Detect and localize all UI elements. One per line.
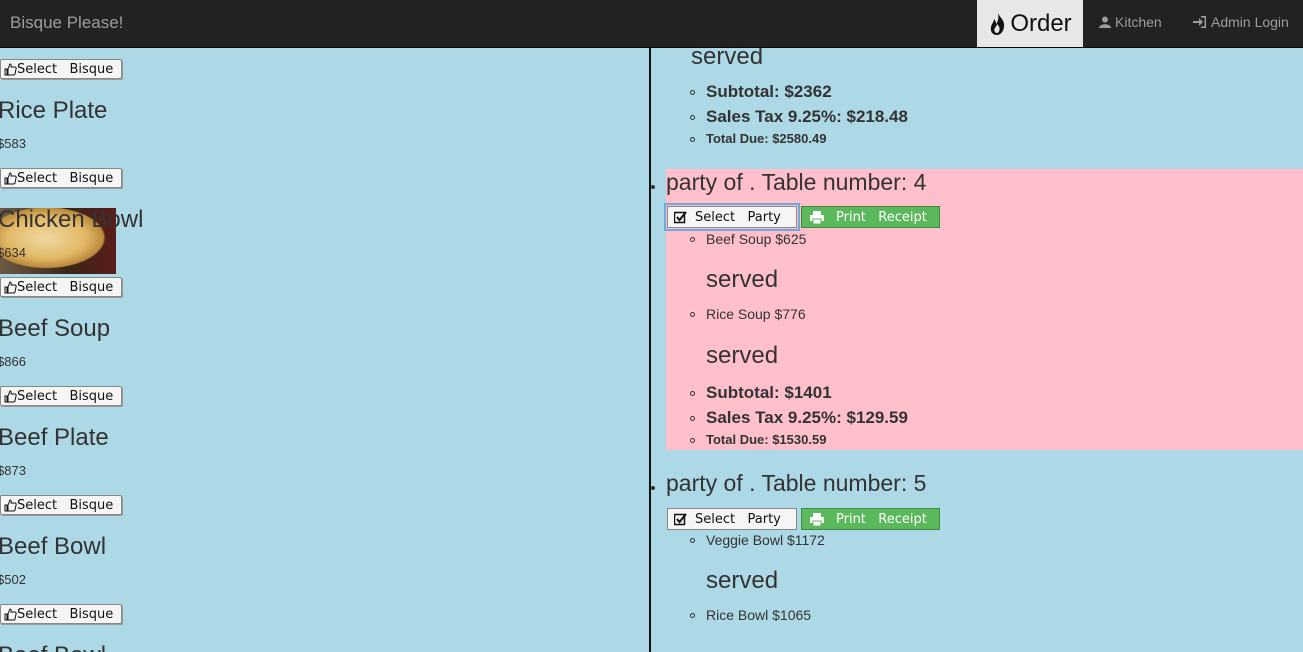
print-icon [810,512,824,526]
select-bisque-button[interactable]: Select Bisque [0,59,122,79]
order-line-item: Beef Soup $625 [706,231,807,247]
user-icon [1099,16,1111,28]
thumbs-up-icon [4,171,17,184]
served-label: served [691,48,764,70]
select-bisque-button[interactable]: Select Bisque [0,386,122,406]
served-label: served [706,342,779,369]
party-title: party of . Table number: 4 [666,169,927,195]
checkbox-icon [674,210,687,223]
menu-item-price: $873 [0,463,26,478]
menu-item-name: Beef Bowl [0,642,106,652]
party-title: party of . Table number: 5 [666,470,927,496]
thumbs-up-icon [4,62,17,75]
brand-title[interactable]: Bisque Please! [10,13,123,33]
select-bisque-button[interactable]: Select Bisque [0,168,122,188]
print-icon [810,210,824,224]
select-bisque-label: Select Bisque [17,279,114,295]
subtotal-text: Subtotal: $2362 [706,82,832,101]
print-receipt-button[interactable]: Print Receipt [801,508,940,530]
select-bisque-button[interactable]: Select Bisque [0,277,122,297]
list-circle [690,312,695,317]
select-bisque-label: Select Bisque [17,388,114,404]
list-circle [690,416,695,421]
orders-pane[interactable]: served Subtotal: $2362 Sales Tax 9.25%: … [651,48,1303,652]
served-label: served [706,266,779,293]
thumbs-up-icon [4,389,17,402]
list-circle [690,137,695,142]
select-bisque-button[interactable]: Select Bisque [0,604,122,624]
party-card-selected[interactable]: party of . Table number: 4 Select Party … [664,169,1303,450]
select-bisque-button[interactable]: Select Bisque [0,495,122,515]
select-party-button[interactable]: Select Party [664,203,800,231]
list-bullet [651,486,655,490]
list-bullet [651,185,655,189]
list-circle [690,438,695,443]
nav-order-label: Order [1010,9,1072,37]
list-circle [690,391,695,396]
select-party-button[interactable]: Select Party [667,508,797,530]
menu-item-price: $583 [0,136,26,151]
menu-item-name: Chicken Bowl [0,206,144,233]
nav-kitchen-link[interactable]: Kitchen [1099,14,1162,30]
checkbox-icon [674,512,687,525]
select-bisque-label: Select Bisque [17,497,114,513]
order-line-item: Rice Soup $776 [706,306,806,322]
print-receipt-button[interactable]: Print Receipt [801,206,940,228]
list-circle [690,538,695,543]
list-circle [690,90,695,95]
menu-item-name: Beef Soup [0,315,111,342]
sales-tax-text: Sales Tax 9.25%: $218.48 [706,107,908,126]
thumbs-up-icon [4,607,17,620]
list-circle [690,115,695,120]
nav-order-tab[interactable]: Order [977,0,1083,47]
select-bisque-label: Select Bisque [17,170,114,186]
top-navbar: Bisque Please! Order Kitchen Admin Login [0,0,1303,48]
list-circle [690,613,695,618]
thumbs-up-icon [4,498,17,511]
served-label: served [706,567,779,594]
menu-item-name: Rice Plate [0,97,108,124]
total-due-text: Total Due: $2580.49 [706,131,827,146]
subtotal-text: Subtotal: $1401 [706,383,832,402]
select-bisque-label: Select Bisque [17,606,114,622]
list-circle [690,237,695,242]
nav-kitchen-label: Kitchen [1115,14,1162,30]
order-line-item: Rice Bowl $1065 [706,607,812,623]
menu-item-price: $502 [0,572,26,587]
select-party-label: Select Party [695,209,781,225]
menu-item-price: $866 [0,354,26,369]
total-due-text: Total Due: $1530.59 [706,432,827,447]
print-receipt-label: Print Receipt [836,511,927,527]
select-party-label: Select Party [695,511,781,527]
thumbs-up-icon [4,280,17,293]
select-bisque-label: Select Bisque [17,61,114,77]
menu-item-name: Beef Plate [0,424,109,451]
menu-item-name: Beef Bowl [0,533,107,560]
sales-tax-text: Sales Tax 9.25%: $129.59 [706,408,908,427]
nav-admin-login-link[interactable]: Admin Login [1193,14,1289,30]
print-receipt-label: Print Receipt [836,209,927,225]
login-icon [1193,16,1206,28]
nav-admin-login-label: Admin Login [1211,14,1289,30]
fire-icon [991,12,1005,35]
order-line-item: Veggie Bowl $1172 [706,532,825,548]
menu-pane[interactable]: Select Bisque Rice Plate $583 Select Bis… [0,48,649,652]
party-card[interactable]: party of . Table number: 5 Select Party … [666,470,1303,652]
menu-item-price: $634 [0,245,26,260]
